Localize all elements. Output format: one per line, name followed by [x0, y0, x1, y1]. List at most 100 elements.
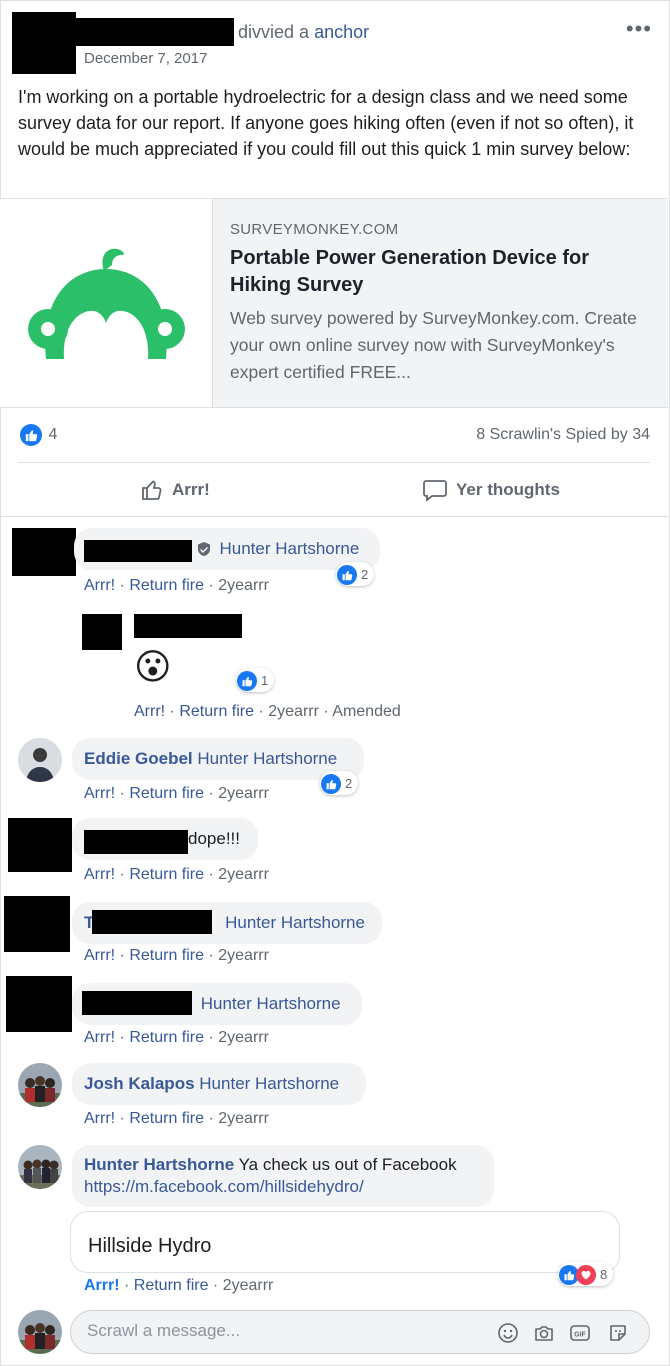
- comment-time[interactable]: 2yearrr: [218, 785, 269, 802]
- author-avatar-redacted[interactable]: [12, 12, 76, 74]
- avatar[interactable]: [18, 1063, 62, 1107]
- comment-time[interactable]: 2yearrr: [218, 577, 269, 594]
- commenter-name-redacted[interactable]: [84, 830, 188, 854]
- comment-time[interactable]: 2yearrr: [268, 703, 319, 720]
- comment-like-link[interactable]: Arrr!: [84, 1277, 120, 1294]
- love-reaction-icon: [576, 1264, 596, 1285]
- camera-icon[interactable]: [533, 1322, 555, 1344]
- tagged-user-link[interactable]: Hunter Hartshorne: [219, 539, 359, 558]
- comment-time[interactable]: 2yearrr: [218, 866, 269, 883]
- group-photo-icon: [18, 1145, 62, 1189]
- comment-reply-link[interactable]: Return fire: [129, 947, 204, 964]
- like-button[interactable]: Arrr!: [140, 478, 210, 502]
- reaction-summary[interactable]: 4: [20, 424, 57, 446]
- comment-like-link[interactable]: Arrr!: [84, 577, 115, 594]
- tagged-user-link[interactable]: Hunter Hartshorne: [201, 994, 341, 1013]
- surveymonkey-logo-image: [0, 199, 213, 407]
- tagged-user-link[interactable]: Hunter Hartshorne: [197, 749, 337, 768]
- comment-reply-link[interactable]: Return fire: [129, 785, 204, 802]
- commenter-avatar-redacted[interactable]: [12, 528, 76, 576]
- author-action: divvied a: [238, 22, 310, 42]
- commenter-avatar-redacted[interactable]: [8, 818, 72, 872]
- comment-button-label: Yer thoughts: [456, 480, 560, 499]
- comments-views-count[interactable]: 8 Scrawlin's Spied by 34: [476, 426, 650, 444]
- link-description: Web survey powered by SurveyMonkey.com. …: [230, 308, 637, 382]
- comment-url-link[interactable]: https://m.facebook.com/hillsidehydro/: [84, 1177, 364, 1196]
- reaction-count: 1: [261, 673, 269, 688]
- commenter-name-redacted[interactable]: [92, 910, 212, 934]
- comment-text: Ya check us out of Facebook: [238, 1155, 457, 1174]
- comment-time[interactable]: 2yearrr: [218, 947, 269, 964]
- shield-check-icon: [197, 542, 210, 556]
- reaction-count: 2: [361, 567, 369, 582]
- link-preview-card[interactable]: Hillside Hydro: [70, 1211, 620, 1273]
- comment-actions: Arrr! · Return fire · 2yearrr: [84, 866, 269, 883]
- svg-text:GIF: GIF: [574, 1332, 586, 1339]
- comment-composer: GIF: [70, 1310, 650, 1354]
- comment-actions: Arrr! · Return fire · 2yearrr: [84, 1110, 269, 1127]
- comment-like-link[interactable]: Arrr!: [84, 1029, 115, 1046]
- comment-reply-link[interactable]: Return fire: [129, 1110, 204, 1127]
- comment-reactions[interactable]: 1: [236, 668, 275, 692]
- like-reaction-icon: [237, 670, 257, 691]
- comment-reply-link[interactable]: Return fire: [129, 577, 204, 594]
- sticker-icon[interactable]: [607, 1322, 629, 1344]
- reply-avatar-redacted[interactable]: [82, 614, 122, 650]
- more-options-icon[interactable]: •••: [626, 16, 652, 42]
- post-body: I'm working on a portable hydroelectric …: [18, 87, 634, 159]
- author-link[interactable]: anchor: [314, 22, 369, 42]
- commenter-name[interactable]: Eddie Goebel: [84, 749, 193, 768]
- like-reaction-icon: [321, 773, 341, 794]
- comment-time[interactable]: 2yearrr: [218, 1029, 269, 1046]
- group-photo-icon: [18, 1063, 62, 1107]
- comment-reactions[interactable]: 2: [336, 562, 375, 586]
- commenter-avatar-redacted[interactable]: [6, 976, 72, 1032]
- comment-actions: Arrr! · Return fire · 2yearrr: [84, 947, 269, 964]
- commenter-avatar-redacted[interactable]: [4, 896, 70, 952]
- comment-like-link[interactable]: Arrr!: [84, 866, 115, 883]
- commenter-name[interactable]: Hunter Hartshorne: [84, 1155, 234, 1174]
- emoji-icon[interactable]: [497, 1322, 519, 1344]
- tagged-user-link[interactable]: Hunter Hartshorne: [225, 913, 365, 932]
- like-reaction-icon: [337, 564, 357, 585]
- like-reaction-icon: [20, 424, 42, 446]
- comment-reply-link[interactable]: Return fire: [129, 1029, 204, 1046]
- comment-like-link[interactable]: Arrr!: [134, 703, 165, 720]
- link-preview-card[interactable]: SURVEYMONKEY.COM Portable Power Generati…: [0, 198, 668, 408]
- comment-reactions[interactable]: 8: [558, 1262, 614, 1286]
- comment-bubble: Josh Kalapos Hunter Hartshorne: [72, 1063, 366, 1105]
- link-preview-title: Hillside Hydro: [88, 1235, 212, 1257]
- surveymonkey-logo-icon: [28, 248, 185, 359]
- comment-reply-link[interactable]: Return fire: [179, 703, 254, 720]
- comment-time[interactable]: 2yearrr: [223, 1277, 274, 1294]
- like-count: 4: [48, 426, 58, 443]
- like-button-label: Arrr!: [172, 480, 210, 499]
- comment-button[interactable]: Yer thoughts: [422, 478, 560, 502]
- avatar[interactable]: [18, 1145, 62, 1189]
- commenter-name-redacted[interactable]: [82, 991, 192, 1015]
- avatar[interactable]: [18, 738, 62, 782]
- author-name-redacted[interactable]: [76, 18, 234, 46]
- group-photo-icon: [18, 1310, 62, 1354]
- comment-like-link[interactable]: Arrr!: [84, 947, 115, 964]
- comment-bubble: Hunter Hartshorne Ya check us out of Fac…: [72, 1145, 494, 1207]
- comment-input[interactable]: [87, 1321, 467, 1341]
- gif-icon[interactable]: GIF: [569, 1322, 591, 1344]
- commenter-name[interactable]: Josh Kalapos: [84, 1074, 195, 1093]
- comment-edited-label[interactable]: Amended: [332, 703, 401, 720]
- link-title[interactable]: Portable Power Generation Device for Hik…: [230, 245, 650, 299]
- comment-like-link[interactable]: Arrr!: [84, 1110, 115, 1127]
- commenter-name-redacted[interactable]: [84, 540, 192, 562]
- post-header: divvied a anchor: [238, 22, 369, 43]
- comment-actions: Arrr! · Return fire · 2yearrr · Amended: [134, 703, 401, 720]
- avatar[interactable]: [18, 1310, 62, 1354]
- divider: [18, 462, 650, 463]
- comment-like-link[interactable]: Arrr!: [84, 785, 115, 802]
- reply-name-redacted[interactable]: [134, 614, 242, 638]
- comment-reply-link[interactable]: Return fire: [134, 1277, 209, 1294]
- comment-time[interactable]: 2yearrr: [218, 1110, 269, 1127]
- tagged-user-link[interactable]: Hunter Hartshorne: [199, 1074, 339, 1093]
- comment-reply-link[interactable]: Return fire: [129, 866, 204, 883]
- post-date[interactable]: December 7, 2017: [84, 50, 207, 67]
- comment-reactions[interactable]: 2: [320, 771, 359, 795]
